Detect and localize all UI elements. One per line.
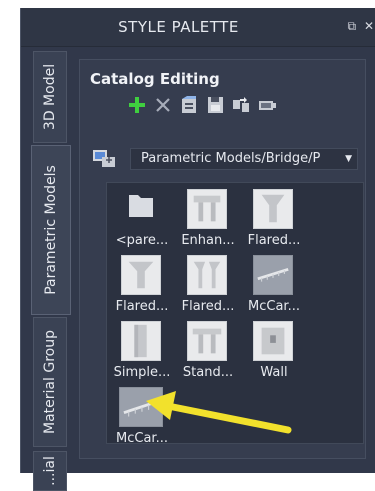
catalog-item[interactable]: McCar...: [241, 255, 307, 323]
vertical-tab-strip: 3D Model Parametric Models Material Grou…: [21, 47, 79, 491]
convert-icon[interactable]: [230, 94, 252, 116]
folder-icon: [121, 189, 161, 229]
import-icon[interactable]: [178, 94, 200, 116]
catalog-item[interactable]: Stand...: [175, 321, 241, 389]
item-label: Flared...: [115, 299, 169, 314]
item-label: <pare...: [115, 233, 169, 248]
catalog-path-value: Parametric Models/Bridge/P: [141, 151, 321, 166]
style-palette-window: STYLE PALETTE ⧉ ✕ 3D Model Parametric Mo…: [20, 8, 375, 491]
catalog-item[interactable]: Wall: [241, 321, 307, 389]
restore-icon[interactable]: ⧉: [348, 19, 357, 34]
item-label: Stand...: [182, 365, 234, 380]
window-title: STYLE PALETTE: [118, 18, 239, 36]
item-label: Flared...: [247, 233, 301, 248]
tab-material[interactable]: ...ial: [33, 451, 67, 491]
tab-label: ...ial: [42, 456, 58, 486]
catalog-item[interactable]: Enhan...: [175, 189, 241, 257]
catalog-panel: Catalog Editing Parametric Models/Bridge…: [79, 59, 366, 459]
delete-icon[interactable]: [152, 94, 174, 116]
tab-label: Material Group: [42, 330, 58, 434]
title-bar[interactable]: STYLE PALETTE ⧉ ✕: [21, 8, 375, 47]
palette-scrollbar[interactable]: [366, 68, 374, 448]
catalog-item-parent[interactable]: <pare...: [109, 189, 175, 257]
catalog-path-bar: Parametric Models/Bridge/P ▼: [92, 146, 358, 170]
tab-material-group[interactable]: Material Group: [33, 317, 67, 447]
tab-parametric-models[interactable]: Parametric Models: [31, 145, 71, 315]
tab-label: Parametric Models: [43, 165, 59, 295]
wall-icon: [253, 321, 293, 361]
catalog-item[interactable]: Simple...: [109, 321, 175, 389]
column-icon: [121, 321, 161, 361]
close-icon[interactable]: ✕: [364, 19, 374, 33]
catalog-item-selected[interactable]: McCar...: [109, 387, 175, 455]
catalog-editing-title: Catalog Editing: [90, 70, 220, 88]
pier-icon: [121, 255, 161, 295]
catalog-item-grid: <pare... Enhan... Flared... Flared... Fl…: [106, 182, 364, 446]
beam-icon: [253, 255, 293, 295]
item-label: McCar...: [116, 431, 168, 446]
pier-icon: [187, 255, 227, 295]
catalog-item[interactable]: Flared...: [175, 255, 241, 323]
pier-icon: [253, 189, 293, 229]
pier-icon: [187, 189, 227, 229]
pier-icon: [187, 321, 227, 361]
item-label: Wall: [260, 365, 288, 380]
item-label: Enhan...: [181, 233, 235, 248]
catalog-path-dropdown[interactable]: Parametric Models/Bridge/P ▼: [130, 148, 358, 170]
save-icon[interactable]: [204, 94, 226, 116]
beam-icon: [119, 387, 163, 427]
catalog-browse-icon[interactable]: [92, 146, 118, 170]
catalog-item[interactable]: Flared...: [109, 255, 175, 323]
catalog-item[interactable]: Flared...: [241, 189, 307, 257]
item-label: Flared...: [181, 299, 235, 314]
chevron-down-icon: ▼: [345, 154, 352, 164]
item-label: McCar...: [248, 299, 300, 314]
plus-icon[interactable]: [126, 94, 148, 116]
preview-icon[interactable]: [256, 94, 278, 116]
tab-label: 3D Model: [42, 63, 58, 131]
item-label: Simple...: [113, 365, 171, 380]
tab-3d-model[interactable]: 3D Model: [33, 51, 67, 143]
